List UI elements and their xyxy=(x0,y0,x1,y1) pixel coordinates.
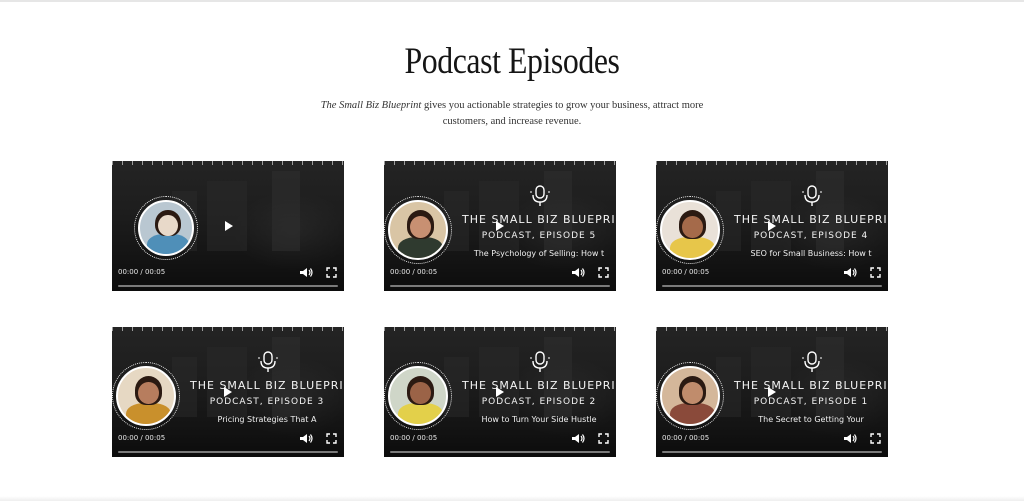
episode-number: PODCAST, EPISODE 3 xyxy=(209,397,325,407)
episode-player-6[interactable]: THE SMALL BIZ BLUEPRINT PODCAST, EPISODE … xyxy=(656,327,888,457)
top-ticks xyxy=(384,327,616,331)
play-icon[interactable] xyxy=(225,221,233,231)
episode-title: The Secret to Getting Your xyxy=(758,415,864,424)
host-photo xyxy=(660,200,720,260)
play-icon[interactable] xyxy=(224,387,232,397)
play-icon[interactable] xyxy=(768,221,776,231)
episode-player-5[interactable]: THE SMALL BIZ BLUEPRINT PODCAST, EPISODE … xyxy=(384,327,616,457)
episode-player-1[interactable]: 00:00 / 00:05 xyxy=(112,161,344,291)
top-ticks xyxy=(112,327,344,331)
show-title: THE SMALL BIZ BLUEPRINT xyxy=(462,379,616,392)
episode-number: PODCAST, EPISODE 1 xyxy=(753,397,869,407)
host-photo xyxy=(138,200,194,256)
volume-icon[interactable] xyxy=(571,433,585,444)
fullscreen-icon[interactable] xyxy=(598,433,609,444)
page-title: Podcast Episodes xyxy=(404,41,620,82)
top-ticks xyxy=(656,161,888,165)
progress-bar[interactable] xyxy=(662,451,882,453)
time-display: 00:00 / 00:05 xyxy=(662,434,710,442)
time-display: 00:00 / 00:05 xyxy=(118,434,166,442)
episode-title: Pricing Strategies That A xyxy=(217,415,317,424)
play-icon[interactable] xyxy=(496,387,504,397)
fullscreen-icon[interactable] xyxy=(598,267,609,278)
volume-icon[interactable] xyxy=(299,267,313,278)
time-display: 00:00 / 00:05 xyxy=(390,268,438,276)
episode-number: PODCAST, EPISODE 5 xyxy=(481,231,597,241)
episode-number: PODCAST, EPISODE 2 xyxy=(481,397,597,407)
top-ticks xyxy=(384,161,616,165)
show-title: THE SMALL BIZ BLUEPRINT xyxy=(734,213,888,226)
bottom-shadow xyxy=(0,496,1024,501)
subtitle-text: gives you actionable strategies to grow … xyxy=(421,100,704,127)
show-name: The Small Biz Blueprint xyxy=(320,100,422,111)
microphone-icon xyxy=(802,351,822,372)
episode-number: PODCAST, EPISODE 4 xyxy=(753,231,869,241)
episode-player-2[interactable]: THE SMALL BIZ BLUEPRINT PODCAST, EPISODE … xyxy=(384,161,616,291)
top-ticks xyxy=(112,161,344,165)
fullscreen-icon[interactable] xyxy=(326,433,337,444)
microphone-icon xyxy=(530,351,550,372)
progress-bar[interactable] xyxy=(118,285,338,287)
top-ticks xyxy=(656,327,888,331)
progress-bar[interactable] xyxy=(390,285,610,287)
time-display: 00:00 / 00:05 xyxy=(390,434,438,442)
fullscreen-icon[interactable] xyxy=(870,267,881,278)
episode-player-3[interactable]: THE SMALL BIZ BLUEPRINT PODCAST, EPISODE … xyxy=(656,161,888,291)
host-photo xyxy=(388,366,448,426)
volume-icon[interactable] xyxy=(299,433,313,444)
fullscreen-icon[interactable] xyxy=(326,267,337,278)
page-subtitle: The Small Biz Blueprint gives you action… xyxy=(312,98,712,130)
time-display: 00:00 / 00:05 xyxy=(118,268,166,276)
time-display: 00:00 / 00:05 xyxy=(662,268,710,276)
progress-bar[interactable] xyxy=(118,451,338,453)
volume-icon[interactable] xyxy=(843,433,857,444)
host-photo xyxy=(116,366,176,426)
play-icon[interactable] xyxy=(768,387,776,397)
top-border xyxy=(0,0,1024,2)
show-title: THE SMALL BIZ BLUEPRINT xyxy=(462,213,616,226)
episode-title: The Psychology of Selling: How t xyxy=(473,249,605,258)
episode-title: SEO for Small Business: How t xyxy=(750,249,872,258)
host-photo xyxy=(660,366,720,426)
fullscreen-icon[interactable] xyxy=(870,433,881,444)
progress-bar[interactable] xyxy=(390,451,610,453)
episode-player-4[interactable]: THE SMALL BIZ BLUEPRINT PODCAST, EPISODE … xyxy=(112,327,344,457)
show-title: THE SMALL BIZ BLUEPRINT xyxy=(190,379,344,392)
microphone-icon xyxy=(530,185,550,206)
play-icon[interactable] xyxy=(496,221,504,231)
microphone-icon xyxy=(258,351,278,372)
episode-title: How to Turn Your Side Hustle xyxy=(481,415,597,424)
progress-bar[interactable] xyxy=(662,285,882,287)
host-photo xyxy=(388,200,448,260)
show-title: THE SMALL BIZ BLUEPRINT xyxy=(734,379,888,392)
volume-icon[interactable] xyxy=(571,267,585,278)
microphone-icon xyxy=(802,185,822,206)
volume-icon[interactable] xyxy=(843,267,857,278)
